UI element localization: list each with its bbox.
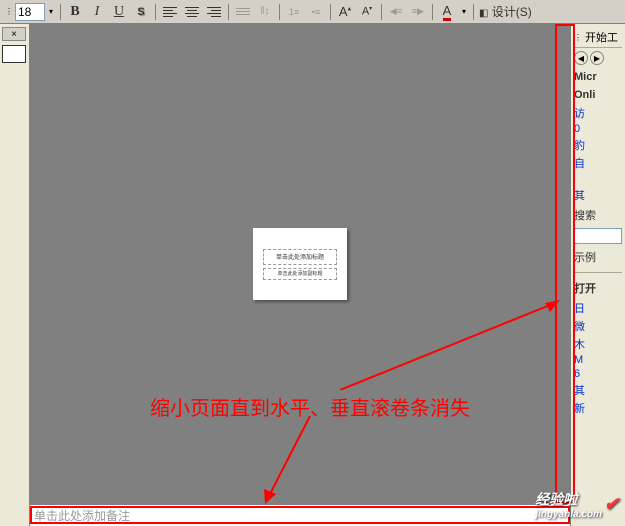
separator (432, 4, 433, 20)
section-heading: Onli (574, 86, 622, 104)
section-heading: Micr (574, 68, 622, 86)
underline-button[interactable]: U (108, 2, 130, 22)
search-label: 搜索 (574, 204, 622, 226)
title-placeholder[interactable]: 单击此处添加标题 (263, 249, 337, 265)
editor-area: 单击此处添加标题 单击此处添加副标题 单击此处添加备注 (30, 24, 570, 526)
font-size-dropdown-icon[interactable]: ▾ (45, 3, 57, 21)
task-pane-link[interactable]: 其 (574, 186, 622, 204)
align-right-icon (207, 7, 221, 17)
bullet-list-icon: •≡ (312, 7, 320, 17)
nav-forward-button[interactable]: ▶ (590, 51, 604, 65)
open-label: 打开 (574, 277, 622, 299)
separator (381, 4, 382, 20)
increase-indent-icon: ≡▶ (412, 6, 424, 17)
distribute-button[interactable] (232, 2, 254, 22)
task-pane-handle-icon[interactable]: ⋮ (574, 33, 582, 42)
distribute-icon (236, 8, 250, 15)
decrease-indent-icon: ◀≡ (390, 6, 402, 17)
line-spacing-icon: ‖↕ (260, 6, 269, 17)
toolbar-handle-icon[interactable]: ⋮ (3, 3, 15, 21)
slide-thumbnail-1[interactable] (2, 45, 26, 63)
slide-canvas[interactable]: 单击此处添加标题 单击此处添加副标题 (253, 228, 347, 300)
line-spacing-button[interactable]: ‖↕ (254, 2, 276, 22)
align-left-button[interactable] (159, 2, 181, 22)
thumbnail-close-button[interactable]: × (2, 27, 26, 41)
decrease-indent-button[interactable]: ◀≡ (385, 2, 407, 22)
task-pane-link[interactable]: 木 (574, 335, 622, 353)
separator (60, 4, 61, 20)
design-menu-button[interactable]: ◧ 设计(S) (477, 3, 534, 20)
decrease-font-button[interactable]: A▾ (356, 2, 378, 22)
align-right-button[interactable] (203, 2, 225, 22)
task-pane-link[interactable]: 日 (574, 299, 622, 317)
task-pane-link[interactable]: 6 (574, 367, 622, 381)
example-label: 示例 (574, 246, 622, 268)
task-pane-link[interactable]: 豹 (574, 136, 622, 154)
task-pane-link[interactable]: 访 (574, 104, 622, 122)
numbered-list-icon: 1≡ (289, 7, 299, 17)
separator (330, 4, 331, 20)
separator (279, 4, 280, 20)
slide-canvas-area[interactable]: 单击此处添加标题 单击此处添加副标题 (30, 24, 570, 504)
task-pane-title: 开始工 (585, 29, 618, 45)
align-center-button[interactable] (181, 2, 203, 22)
formatting-toolbar: ⋮ ▾ B I U S ‖↕ 1≡ •≡ A▴ A▾ ◀≡ ≡▶ A ▾ (0, 0, 625, 24)
task-pane-link[interactable]: 自 (574, 154, 622, 172)
task-pane-nav: ◀ ▶ (574, 48, 622, 68)
subtitle-placeholder[interactable]: 单击此处添加副标题 (263, 268, 337, 280)
font-color-button[interactable]: A (436, 2, 458, 22)
separator (155, 4, 156, 20)
decrease-font-icon: A▾ (362, 5, 372, 18)
separator (228, 4, 229, 20)
align-left-icon (163, 7, 177, 17)
main-area: × 单击此处添加标题 单击此处添加副标题 单击此处添加备注 ⋮ 开始工 ◀ ▶ … (0, 24, 625, 526)
task-pane-link[interactable]: 新 (574, 399, 622, 417)
task-pane-link[interactable]: 0 (574, 122, 622, 136)
task-pane-link[interactable]: M (574, 353, 622, 367)
increase-font-button[interactable]: A▴ (334, 2, 356, 22)
thumbnail-panel: × (0, 24, 30, 526)
separator (473, 4, 474, 20)
increase-indent-button[interactable]: ≡▶ (407, 2, 429, 22)
task-pane-link[interactable]: 其 (574, 381, 622, 399)
task-pane-link[interactable]: 微 (574, 317, 622, 335)
search-input[interactable] (574, 228, 622, 244)
nav-back-button[interactable]: ◀ (574, 51, 588, 65)
align-center-icon (185, 7, 199, 17)
notes-input[interactable]: 单击此处添加备注 (30, 504, 570, 526)
italic-button[interactable]: I (86, 2, 108, 22)
design-icon: ◧ (479, 8, 488, 19)
numbered-list-button[interactable]: 1≡ (283, 2, 305, 22)
bullet-list-button[interactable]: •≡ (305, 2, 327, 22)
bold-button[interactable]: B (64, 2, 86, 22)
task-pane: ⋮ 开始工 ◀ ▶ Micr Onli 访 0 豹 自 其 搜索 示例 打开 日… (570, 24, 625, 526)
font-color-icon: A (443, 3, 452, 21)
increase-font-icon: A▴ (339, 4, 351, 19)
font-color-dropdown-icon[interactable]: ▾ (458, 3, 470, 21)
font-size-input[interactable] (15, 3, 45, 21)
task-pane-header: ⋮ 开始工 (574, 27, 622, 48)
text-shadow-button[interactable]: S (130, 2, 152, 22)
